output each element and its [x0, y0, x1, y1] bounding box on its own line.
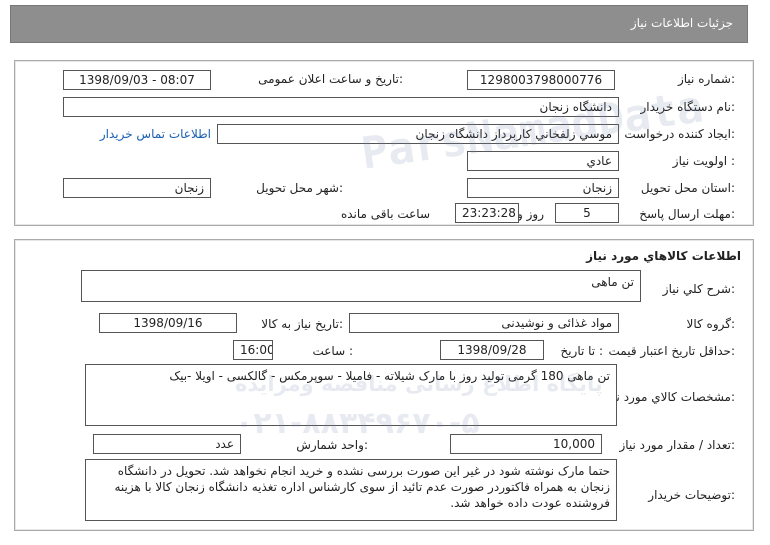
creator-field[interactable]: موسي زلفخاني کاربرداز دانشگاه زنجان — [217, 124, 619, 144]
buyer-org-label: نام دستگاه خريدار: — [640, 100, 736, 114]
specs-label: مشخصات کالاي مورد نياز: — [603, 390, 735, 404]
deadline-time-field[interactable]: 23:23:28 — [455, 203, 519, 223]
deadline-days-field[interactable]: 5 — [555, 203, 619, 223]
announce-datetime-field[interactable]: 1398/09/03 - 08:07 — [63, 70, 211, 90]
remaining-label: ساعت باقی مانده — [340, 207, 430, 221]
need-number-field[interactable]: 1298003798000776 — [467, 70, 615, 90]
specs-field[interactable]: تن ماهی 180 گرمی تولید روز با مارک شیلات… — [85, 364, 617, 426]
group-field[interactable]: مواد غذائی و نوشيدنی — [349, 313, 619, 333]
unit-label: واحد شمارش: — [296, 438, 368, 452]
announce-label: تاريخ و ساعت اعلان عمومی: — [258, 72, 403, 86]
province-label: استان محل تحويل: — [640, 181, 735, 195]
validity-date-field[interactable]: 1398/09/28 — [440, 340, 544, 360]
buyer-notes-label: توضيحات خريدار: — [648, 488, 735, 502]
need-date-field[interactable]: 1398/09/16 — [99, 313, 237, 333]
need-info-panel: شماره نياز: 1298003798000776 تاريخ و ساع… — [14, 60, 754, 226]
page-title: جزئيات اطلاعات نياز — [630, 16, 733, 30]
group-label: گروه کالا: — [686, 317, 736, 331]
days-word: روز و — [517, 207, 544, 221]
qty-label: تعداد / مقدار مورد نياز: — [619, 438, 735, 452]
summary-field[interactable]: تن ماهی — [81, 270, 641, 302]
need-date-label: تاريخ نياز به کالا: — [261, 317, 343, 331]
page-header: جزئيات اطلاعات نياز — [10, 5, 748, 43]
need-number-label: شماره نياز: — [677, 72, 735, 86]
validity-time-field[interactable]: 16:00 — [233, 340, 273, 360]
city-label: شهر محل تحويل: — [256, 181, 343, 195]
buyer-org-field[interactable]: دانشگاه زنجان — [63, 97, 619, 117]
until-date-label: تا تاريخ : — [560, 344, 603, 358]
province-field[interactable]: زنجان — [467, 178, 619, 198]
validity-time-label: ساعت : — [312, 344, 353, 358]
priority-label: اولويت نياز : — [672, 154, 735, 168]
creator-label: ايجاد کننده درخواست: — [624, 127, 735, 141]
qty-field[interactable]: 10,000 — [450, 434, 602, 454]
buyer-contact-link[interactable]: اطلاعات تماس خريدار — [100, 127, 211, 141]
priority-field[interactable]: عادي — [467, 151, 619, 171]
validity-label: حداقل تاريخ اعتبار قيمت: — [608, 344, 735, 358]
buyer-notes-field[interactable]: حتما مارک نوشته شود در غیر این صورت بررس… — [85, 459, 617, 521]
city-field[interactable]: زنجان — [63, 178, 211, 198]
goods-info-panel: اطلاعات کالاهاي مورد نياز شرح کلي نياز: … — [14, 239, 754, 531]
deadline-label: مهلت ارسال پاسخ: — [639, 207, 735, 221]
goods-section-title: اطلاعات کالاهاي مورد نياز — [586, 249, 741, 263]
summary-label: شرح کلي نياز: — [662, 282, 735, 296]
unit-field[interactable]: عدد — [93, 434, 241, 454]
